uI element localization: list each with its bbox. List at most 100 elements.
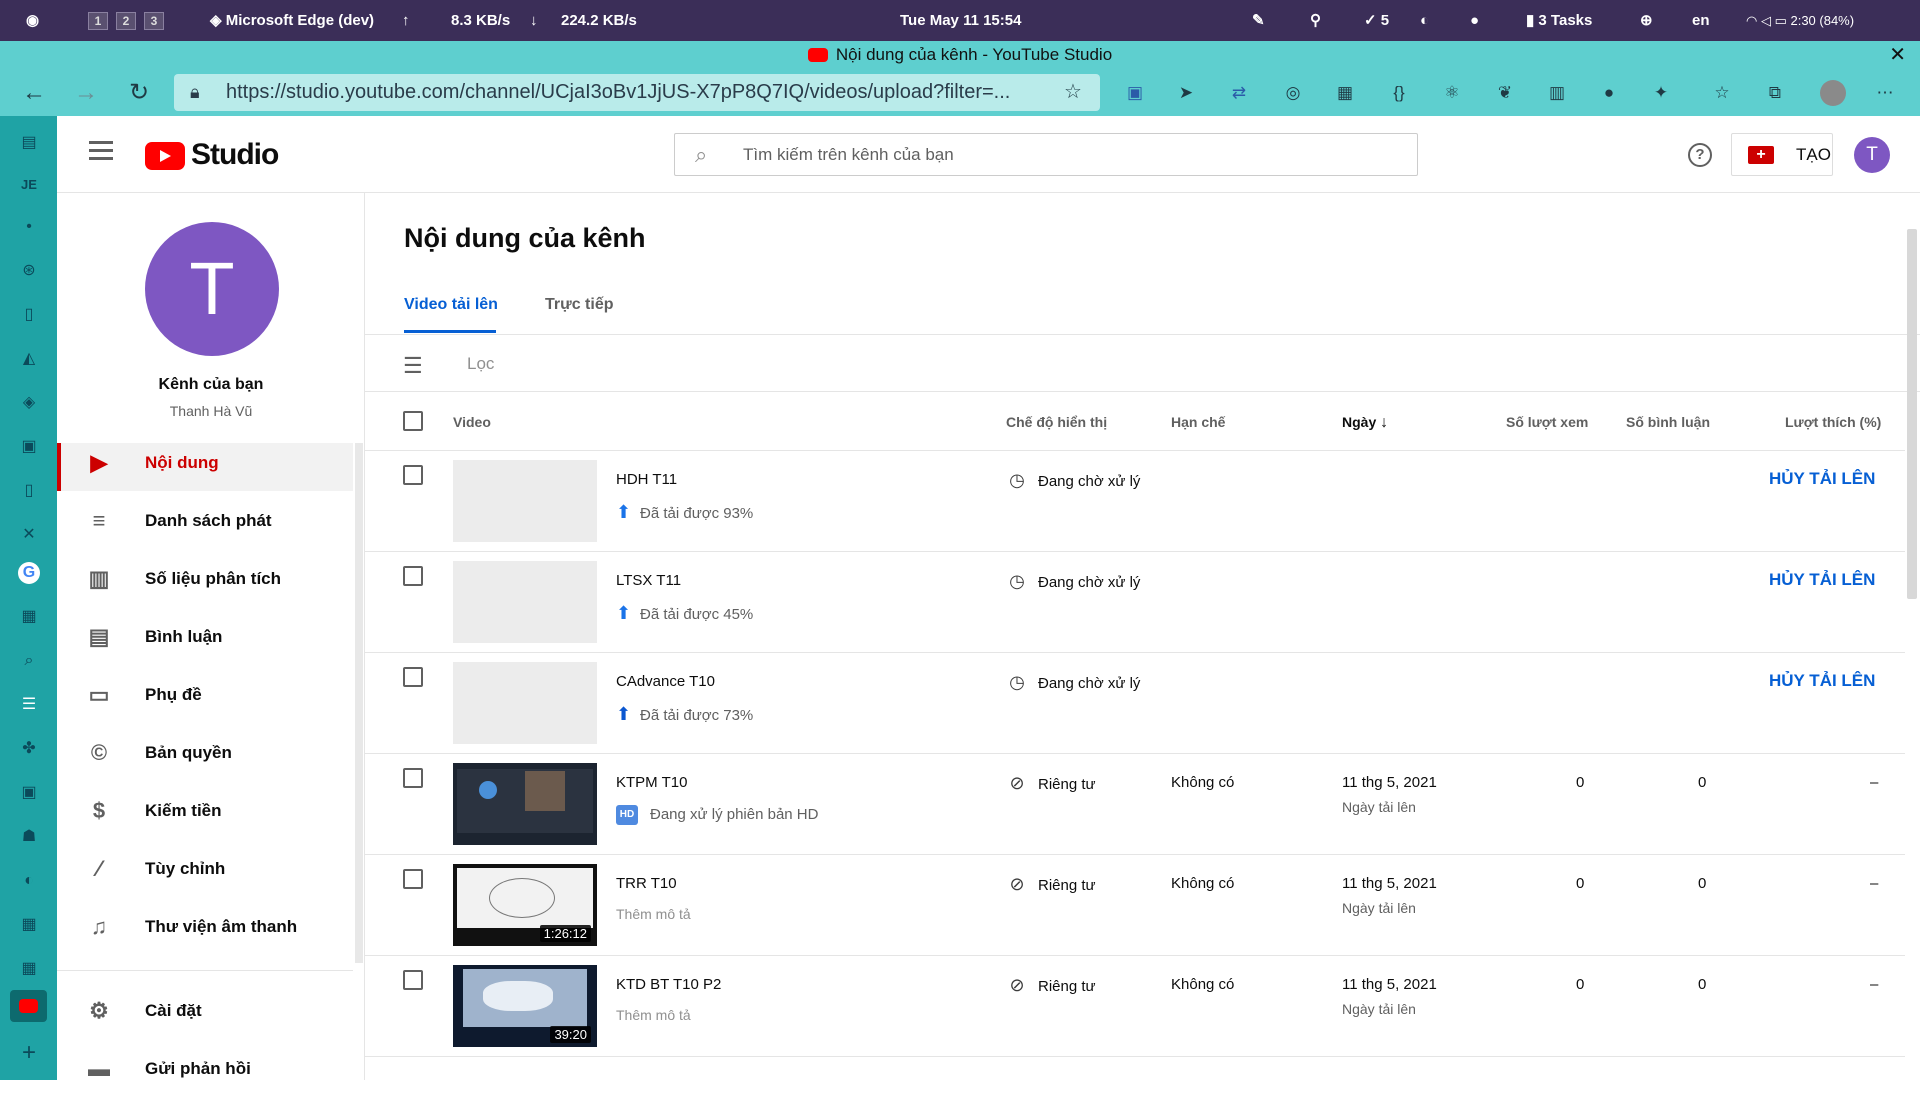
- sidebar-item-settings[interactable]: ⚙ Cài đặt: [57, 983, 353, 1039]
- sidebar-item-comments[interactable]: ▤ Bình luận: [57, 609, 353, 665]
- extensions-puzzle-icon[interactable]: ✦: [1650, 82, 1672, 104]
- edge-icon[interactable]: ◐: [1420, 0, 1429, 41]
- table-row[interactable]: LTSX T11 ⬆ Đã tải được 45% ◷ Đang chờ xử l…: [365, 552, 1905, 653]
- extension-circle-icon[interactable]: ●: [1598, 82, 1620, 104]
- visibility-status[interactable]: ⊘ Riêng tư: [1006, 974, 1095, 996]
- video-title[interactable]: KTD BT T10 P2: [616, 976, 721, 993]
- sidebar-item-audio-library[interactable]: ♫ Thư viện âm thanh: [57, 899, 353, 955]
- extension-1-icon[interactable]: ▣: [1124, 82, 1146, 104]
- sidebar-item-customization[interactable]: ⁄ Tùy chỉnh: [57, 841, 353, 897]
- video-thumbnail[interactable]: 1:26:12: [453, 864, 597, 946]
- workspace-1[interactable]: 1: [88, 12, 108, 30]
- video-thumbnail[interactable]: [453, 460, 597, 542]
- search-input[interactable]: ⌕ Tìm kiếm trên kênh của bạn: [674, 133, 1418, 176]
- check-icon[interactable]: ✓ 5: [1364, 0, 1389, 41]
- close-window-icon[interactable]: ✕: [1889, 41, 1906, 69]
- translate-icon[interactable]: ⇄: [1228, 82, 1250, 104]
- dock-tree-icon[interactable]: ✤: [18, 738, 40, 760]
- row-checkbox[interactable]: [403, 869, 423, 889]
- dock-user-icon[interactable]: ☗: [18, 826, 40, 848]
- extension-glasses-icon[interactable]: ◎: [1282, 82, 1304, 104]
- extension-leaf-icon[interactable]: ❦: [1494, 82, 1516, 104]
- status-tray[interactable]: ◠ ◁ ▭ 2:30 (84%): [1746, 0, 1854, 41]
- main-scrollbar[interactable]: [1907, 229, 1917, 599]
- dock-lock-icon[interactable]: ▣: [18, 436, 40, 458]
- tasks-indicator[interactable]: ▮ 3 Tasks: [1526, 0, 1592, 41]
- favorites-icon[interactable]: ☆: [1711, 82, 1733, 104]
- sidebar-scrollbar[interactable]: [355, 443, 363, 963]
- react-devtools-icon[interactable]: ⚛: [1441, 82, 1463, 104]
- extension-box-icon[interactable]: ▦: [1334, 82, 1356, 104]
- back-button[interactable]: ←: [20, 79, 48, 107]
- chat-icon[interactable]: ●: [1470, 0, 1479, 41]
- visibility-status[interactable]: ⊘ Riêng tư: [1006, 873, 1095, 895]
- tab-uploads[interactable]: Video tải lên: [404, 296, 498, 314]
- workspace-2[interactable]: 2: [116, 12, 136, 30]
- hamburger-menu-icon[interactable]: [89, 141, 113, 161]
- sidebar-item-content[interactable]: ▶ Nội dung: [57, 443, 353, 491]
- row-checkbox[interactable]: [403, 768, 423, 788]
- add-description-link[interactable]: Thêm mô tả: [616, 1007, 691, 1023]
- dock-list-icon[interactable]: ☰: [18, 694, 40, 716]
- dock-edge-icon[interactable]: ◐: [18, 870, 40, 892]
- dock-shop-icon[interactable]: ▦: [18, 914, 40, 936]
- dock-cube-icon[interactable]: ◈: [18, 392, 40, 414]
- table-row[interactable]: CAdvance T10 ⬆ Đã tải được 73% ◷ Đang chờ …: [365, 653, 1905, 754]
- add-description-link[interactable]: Thêm mô tả: [616, 906, 691, 922]
- profile-avatar-icon[interactable]: [1820, 80, 1846, 106]
- row-checkbox[interactable]: [403, 465, 423, 485]
- dock-chrome-icon[interactable]: G: [18, 562, 40, 584]
- video-thumbnail[interactable]: [453, 561, 597, 643]
- filter-input[interactable]: Lọc: [467, 354, 494, 374]
- table-row[interactable]: 39:20 KTD BT T10 P2 Thêm mô tả ⊘ Riêng tư…: [365, 956, 1905, 1057]
- color-picker-icon[interactable]: ✎: [1252, 0, 1265, 41]
- accessibility-icon[interactable]: ⊕: [1640, 0, 1653, 41]
- workspace-3[interactable]: 3: [144, 12, 164, 30]
- dock-store-icon[interactable]: ▦: [18, 606, 40, 628]
- dock-file-icon[interactable]: ▯: [18, 304, 40, 326]
- cancel-upload-button[interactable]: HỦY TẢI LÊN: [1769, 570, 1875, 590]
- reload-button[interactable]: ↻: [125, 79, 153, 107]
- forward-button[interactable]: →: [72, 79, 100, 107]
- sidebar-item-copyright[interactable]: © Bản quyền: [57, 725, 353, 781]
- dock-settings-icon[interactable]: ⊛: [18, 260, 40, 282]
- video-title[interactable]: CAdvance T10: [616, 673, 715, 690]
- active-app-name[interactable]: ◈ Microsoft Edge (dev): [210, 0, 374, 41]
- video-title[interactable]: TRR T10: [616, 875, 677, 892]
- dock-search-icon[interactable]: ⌕: [18, 650, 40, 672]
- dock-monitor-icon[interactable]: ▣: [18, 782, 40, 804]
- table-row[interactable]: KTPM T10 HD Đang xử lý phiên bản HD ⊘ Riên…: [365, 754, 1905, 855]
- row-checkbox[interactable]: [403, 566, 423, 586]
- dock-youtube-active[interactable]: [10, 990, 47, 1022]
- visibility-status[interactable]: ⊘ Riêng tư: [1006, 772, 1095, 794]
- video-thumbnail[interactable]: 39:20: [453, 965, 597, 1047]
- extension-code-icon[interactable]: {}: [1388, 82, 1410, 104]
- keyboard-language[interactable]: en: [1692, 0, 1710, 41]
- video-title[interactable]: KTPM T10: [616, 774, 687, 791]
- workspace-switcher[interactable]: 123: [88, 0, 172, 41]
- dock-store2-icon[interactable]: ▦: [18, 958, 40, 980]
- table-row[interactable]: 1:26:12 TRR T10 Thêm mô tả ⊘ Riêng tư Khô…: [365, 855, 1905, 956]
- collections-icon[interactable]: ⧉: [1764, 82, 1786, 104]
- video-thumbnail[interactable]: [453, 763, 597, 845]
- dock-add-icon[interactable]: +: [18, 1041, 40, 1065]
- dock-calendar-icon[interactable]: ▤: [18, 132, 40, 154]
- column-header-date[interactable]: Ngày ↓: [1342, 414, 1388, 432]
- help-icon[interactable]: ?: [1688, 143, 1712, 167]
- dock-jetbrains-icon[interactable]: JE: [18, 174, 40, 196]
- sidebar-item-subtitles[interactable]: ▭ Phụ đề: [57, 667, 353, 723]
- more-menu-icon[interactable]: ⋯: [1874, 82, 1896, 104]
- table-row[interactable]: HDH T11 ⬆ Đã tải được 93% ◷ Đang chờ xử lý…: [365, 451, 1905, 552]
- address-bar[interactable]: 🔒︎ https://studio.youtube.com/channel/UC…: [174, 74, 1100, 111]
- dock-star-icon[interactable]: ✕: [18, 524, 40, 546]
- channel-avatar[interactable]: T: [145, 222, 279, 356]
- tab-live[interactable]: Trực tiếp: [545, 296, 614, 314]
- filter-icon[interactable]: ☰: [403, 353, 423, 379]
- account-avatar[interactable]: T: [1854, 137, 1890, 173]
- sidebar-item-feedback[interactable]: ▬ Gửi phản hồi: [57, 1041, 353, 1097]
- row-checkbox[interactable]: [403, 970, 423, 990]
- extension-pointer-icon[interactable]: ➤: [1175, 82, 1197, 104]
- cancel-upload-button[interactable]: HỦY TẢI LÊN: [1769, 671, 1875, 691]
- sidebar-item-monetization[interactable]: $ Kiếm tiền: [57, 783, 353, 839]
- row-checkbox[interactable]: [403, 667, 423, 687]
